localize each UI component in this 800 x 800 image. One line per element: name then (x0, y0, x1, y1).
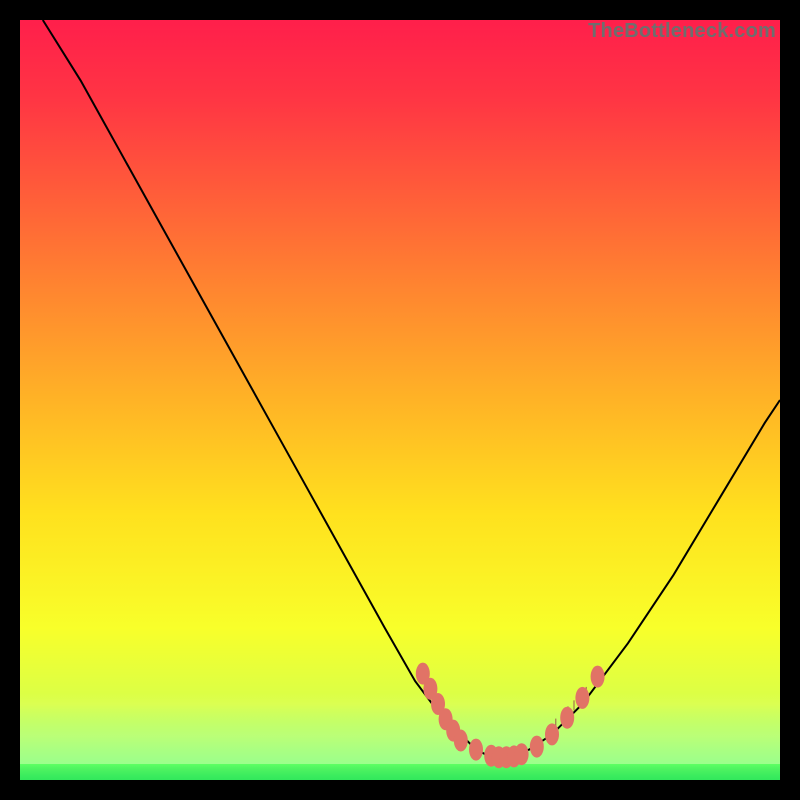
marker-dot (591, 666, 605, 688)
plot-svg (20, 20, 780, 780)
marker-cluster (416, 663, 605, 769)
marker-dot (454, 730, 468, 752)
marker-dot (575, 687, 589, 709)
chart-frame: TheBottleneck.com (20, 20, 780, 780)
marker-dot (515, 743, 529, 765)
marker-dot (545, 723, 559, 745)
marker-dot (530, 736, 544, 758)
bottleneck-curve (43, 20, 780, 757)
marker-dot (560, 707, 574, 729)
watermark-text: TheBottleneck.com (588, 20, 776, 43)
marker-dot (469, 739, 483, 761)
